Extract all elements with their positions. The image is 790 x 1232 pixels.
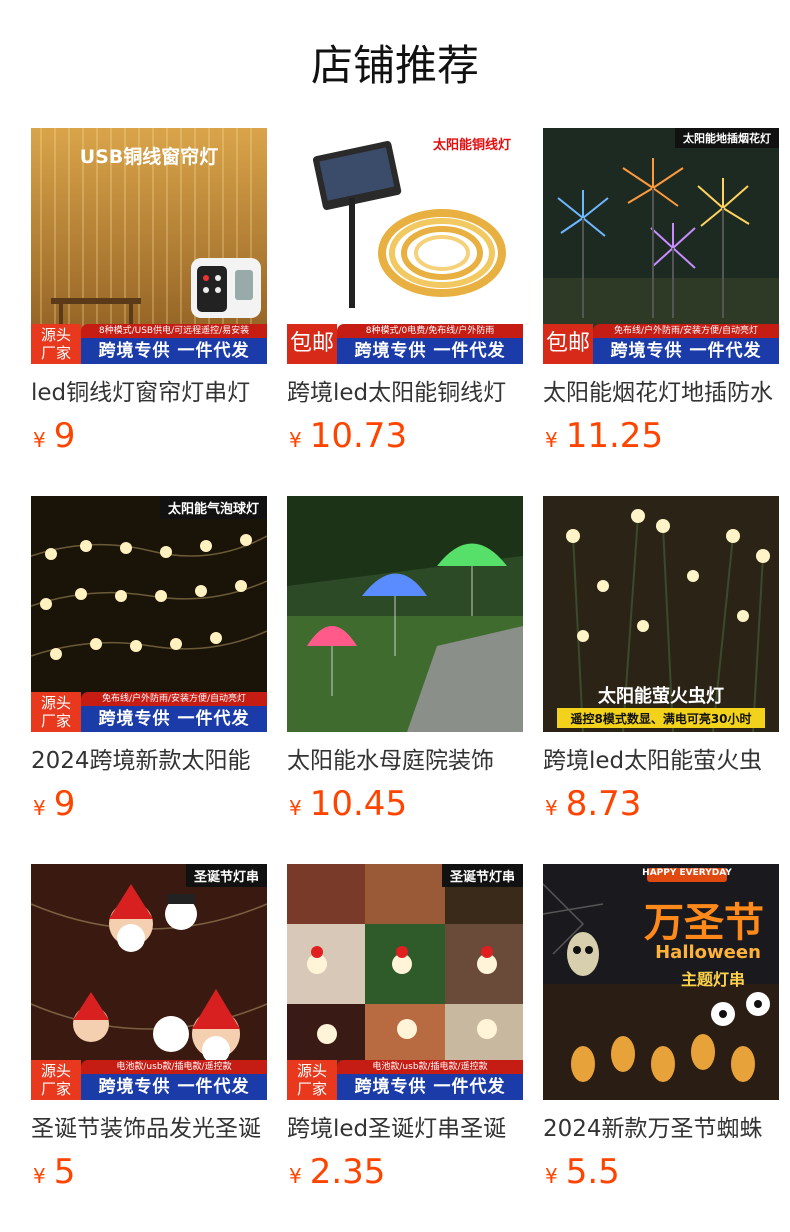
promo-ribbon: 包邮 免布线/户外防雨/安装方便/自动亮灯 跨境专供 一件代发 xyxy=(543,324,779,364)
promo-ribbon: 源头 厂家 电池款/usb款/插电款/遥控款 跨境专供 一件代发 xyxy=(287,1060,523,1100)
image-sub-text: 遥控8模式数显、满电可亮30小时 xyxy=(570,712,752,726)
promo-bar: 跨境专供 一件代发 xyxy=(337,338,523,364)
product-title[interactable]: 跨境led太阳能铜线灯 xyxy=(287,376,523,410)
product-price: ¥10.45 xyxy=(289,784,407,824)
free-shipping-label: 包邮 xyxy=(545,331,590,356)
price-amount: 10.45 xyxy=(309,784,408,824)
image-sub-text-2: 主题灯串 xyxy=(680,970,745,989)
product-title[interactable]: 圣诞节装饰品发光圣诞 xyxy=(31,1112,267,1146)
product-image[interactable]: 太阳能气泡球灯 源头 厂家 免布线/户外防雨/安装方便/自动亮灯 跨境专供 一件… xyxy=(31,496,267,732)
promo-bar: 跨境专供 一件代发 xyxy=(81,706,267,732)
page-title: 店铺推荐 xyxy=(310,41,479,90)
corner-label: 太阳能气泡球灯 xyxy=(159,496,267,519)
product-image[interactable]: USB铜线窗帘灯 源头 厂家 8种模式/USB供电/可远程遥控/易安装 跨境专供… xyxy=(31,128,267,364)
image-badge: HAPPY EVERYDAY xyxy=(642,868,732,878)
product-title[interactable]: 2024新款万圣节蜘蛛 xyxy=(543,1112,779,1146)
promo-bar: 跨境专供 一件代发 xyxy=(81,338,267,364)
product-image[interactable]: 圣诞节灯串 源头 厂家 电池款/usb款/插电款/遥控款 跨境专供 一件代发 xyxy=(31,864,267,1100)
promo-ribbon: 源头 厂家 电池款/usb款/插电款/遥控款 跨境专供 一件代发 xyxy=(31,1060,267,1100)
free-shipping-tag: 包邮 xyxy=(543,324,593,364)
product-title[interactable]: 跨境led太阳能萤火虫 xyxy=(543,744,779,778)
promo-bar: 跨境专供 一件代发 xyxy=(593,338,779,364)
product-price: ¥8.73 xyxy=(545,784,641,824)
product-price: ¥9 xyxy=(33,784,75,824)
factory-tag-line: 厂家 xyxy=(40,1080,71,1098)
feature-strip: 免布线/户外防雨/安装方便/自动亮灯 xyxy=(593,324,779,338)
feature-strip: 8种模式/0电费/免布线/户外防雨 xyxy=(337,324,523,338)
product-image[interactable]: 太阳能地插烟花灯 包邮 免布线/户外防雨/安装方便/自动亮灯 跨境专供 一件代发 xyxy=(543,128,779,364)
image-sub-text: Halloween xyxy=(655,942,761,963)
feature-strip: 电池款/usb款/插电款/遥控款 xyxy=(81,1060,267,1074)
price-amount: 11.25 xyxy=(565,416,664,456)
corner-label: 圣诞节灯串 xyxy=(185,864,267,887)
corner-label: 太阳能铜线灯 xyxy=(432,138,511,153)
promo-bar: 跨境专供 一件代发 xyxy=(81,1074,267,1100)
factory-tag-line: 厂家 xyxy=(40,344,71,362)
factory-tag-line: 厂家 xyxy=(40,712,71,730)
factory-tag-line: 源头 xyxy=(40,1062,71,1080)
image-overlay-text: USB铜线窗帘灯 xyxy=(79,146,219,168)
product-image[interactable]: HAPPY EVERYDAY 万圣节 Halloween 主题灯串 xyxy=(543,864,779,1100)
currency-symbol: ¥ xyxy=(545,1164,558,1188)
promo-ribbon: 源头 厂家 免布线/户外防雨/安装方便/自动亮灯 跨境专供 一件代发 xyxy=(31,692,267,732)
product-price: ¥11.25 xyxy=(545,416,663,456)
factory-tag-line: 厂家 xyxy=(296,1080,327,1098)
product-price: ¥5 xyxy=(33,1152,75,1192)
product-image[interactable]: 圣诞节灯串 源头 厂家 电池款/usb款/插电款/遥控款 跨境专供 一件代发 xyxy=(287,864,523,1100)
product-image[interactable]: 太阳能铜线灯 包邮 8种模式/0电费/免布线/户外防雨 跨境专供 一件代发 xyxy=(287,128,523,364)
currency-symbol: ¥ xyxy=(289,428,302,452)
image-overlay-text: 太阳能萤火虫灯 xyxy=(598,686,724,707)
price-amount: 9 xyxy=(53,416,76,456)
factory-tag: 源头 厂家 xyxy=(31,324,81,364)
corner-label: 圣诞节灯串 xyxy=(441,864,523,887)
corner-label: 太阳能地插烟花灯 xyxy=(675,128,779,148)
promo-bar: 跨境专供 一件代发 xyxy=(337,1074,523,1100)
product-title[interactable]: 太阳能水母庭院装饰 xyxy=(287,744,523,778)
image-overlay-text: 万圣节 xyxy=(644,900,764,946)
price-amount: 5 xyxy=(53,1152,76,1192)
product-title[interactable]: 跨境led圣诞灯串圣诞 xyxy=(287,1112,523,1146)
free-shipping-label: 包邮 xyxy=(289,331,334,356)
factory-tag-line: 源头 xyxy=(40,694,71,712)
product-price: ¥5.5 xyxy=(545,1152,620,1192)
product-image[interactable] xyxy=(287,496,523,732)
product-title[interactable]: 2024跨境新款太阳能 xyxy=(31,744,267,778)
feature-strip: 8种模式/USB供电/可远程遥控/易安装 xyxy=(81,324,267,338)
currency-symbol: ¥ xyxy=(33,1164,46,1188)
promo-ribbon: 源头 厂家 8种模式/USB供电/可远程遥控/易安装 跨境专供 一件代发 xyxy=(31,324,267,364)
product-price: ¥2.35 xyxy=(289,1152,385,1192)
product-price: ¥10.73 xyxy=(289,416,407,456)
currency-symbol: ¥ xyxy=(289,1164,302,1188)
price-amount: 2.35 xyxy=(309,1152,386,1192)
product-title[interactable]: 太阳能烟花灯地插防水 xyxy=(543,376,779,410)
product-image[interactable]: 太阳能萤火虫灯 遥控8模式数显、满电可亮30小时 xyxy=(543,496,779,732)
currency-symbol: ¥ xyxy=(33,796,46,820)
promo-ribbon: 包邮 8种模式/0电费/免布线/户外防雨 跨境专供 一件代发 xyxy=(287,324,523,364)
currency-symbol: ¥ xyxy=(545,428,558,452)
factory-tag: 源头 厂家 xyxy=(31,692,81,732)
price-amount: 5.5 xyxy=(565,1152,620,1192)
factory-tag: 源头 厂家 xyxy=(31,1060,81,1100)
factory-tag-line: 源头 xyxy=(296,1062,327,1080)
free-shipping-tag: 包邮 xyxy=(287,324,337,364)
product-title[interactable]: led铜线灯窗帘灯串灯 xyxy=(31,376,267,410)
price-amount: 9 xyxy=(53,784,76,824)
currency-symbol: ¥ xyxy=(545,796,558,820)
currency-symbol: ¥ xyxy=(33,428,46,452)
feature-strip: 电池款/usb款/插电款/遥控款 xyxy=(337,1060,523,1074)
price-amount: 8.73 xyxy=(565,784,642,824)
product-price: ¥9 xyxy=(33,416,75,456)
factory-tag: 源头 厂家 xyxy=(287,1060,337,1100)
price-amount: 10.73 xyxy=(309,416,408,456)
currency-symbol: ¥ xyxy=(289,796,302,820)
factory-tag-line: 源头 xyxy=(40,326,71,344)
feature-strip: 免布线/户外防雨/安装方便/自动亮灯 xyxy=(81,692,267,706)
